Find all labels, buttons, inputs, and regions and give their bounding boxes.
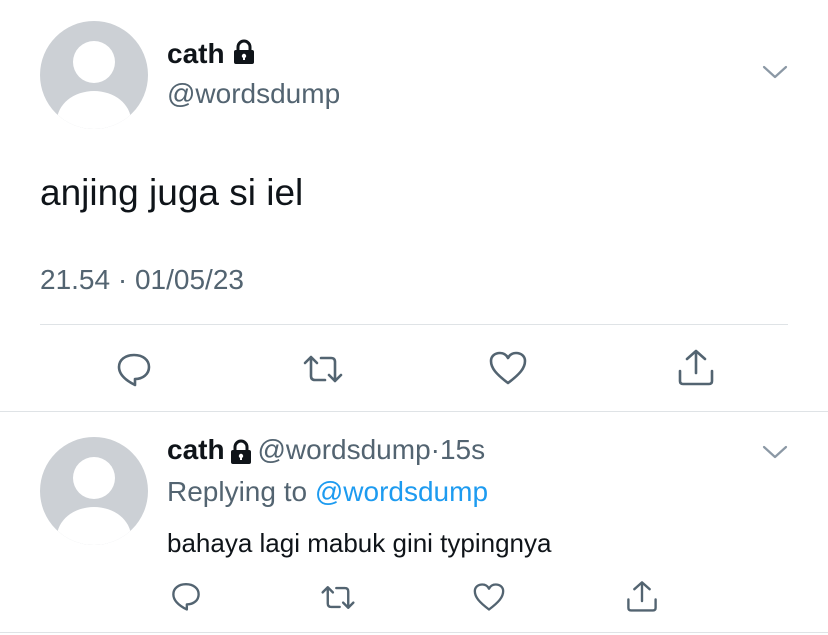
heart-icon [489, 351, 527, 385]
reply-author-handle[interactable]: @wordsdump [257, 434, 430, 465]
avatar-body-shape [57, 91, 131, 129]
share-button[interactable] [676, 347, 716, 387]
reply-author-avatar[interactable] [40, 437, 148, 545]
lock-icon [229, 439, 253, 470]
retweet-button[interactable] [302, 352, 344, 386]
author-name[interactable]: cath [167, 38, 256, 72]
tweet-date: 01/05/23 [134, 264, 244, 295]
heart-icon [473, 583, 505, 611]
divider [40, 324, 788, 325]
author-avatar[interactable] [40, 21, 148, 129]
share-icon [627, 581, 657, 612]
share-button[interactable] [625, 579, 659, 613]
reply-icon [117, 353, 151, 387]
reply-button[interactable] [170, 580, 202, 612]
reply-button[interactable] [115, 350, 153, 388]
section-divider [0, 411, 828, 412]
reply-header: cath @wordsdump·15s [167, 434, 485, 470]
reply-time-ago[interactable]: 15s [440, 434, 485, 465]
like-button[interactable] [488, 350, 528, 386]
reply-author-name[interactable]: cath [167, 434, 225, 465]
reply-meta-separator: · [430, 434, 440, 465]
meta-separator: · [117, 264, 128, 295]
retweet-icon [303, 355, 343, 383]
avatar-body-shape [57, 507, 131, 545]
avatar-head-shape [73, 457, 115, 499]
chevron-down-icon[interactable] [762, 64, 788, 85]
reply-text: bahaya lagi mabuk gini typingnya [167, 528, 552, 558]
chevron-down-icon[interactable] [762, 444, 788, 465]
retweet-button[interactable] [320, 583, 356, 612]
replying-to-handle-link[interactable]: @wordsdump [315, 476, 488, 507]
avatar-head-shape [73, 41, 115, 83]
author-handle[interactable]: @wordsdump [167, 78, 340, 110]
like-button[interactable] [472, 582, 506, 612]
reply-icon [172, 583, 200, 611]
share-icon [678, 349, 714, 386]
replying-to-line: Replying to @wordsdump [167, 476, 488, 508]
tweet-timestamp[interactable]: 21.54 · 01/05/23 [40, 264, 244, 296]
tweet-text: anjing juga si iel [40, 172, 304, 213]
bottom-divider [0, 632, 828, 633]
lock-icon [232, 39, 256, 72]
retweet-icon [321, 586, 355, 609]
tweet-time: 21.54 [40, 264, 111, 295]
replying-to-label: Replying to [167, 476, 308, 507]
